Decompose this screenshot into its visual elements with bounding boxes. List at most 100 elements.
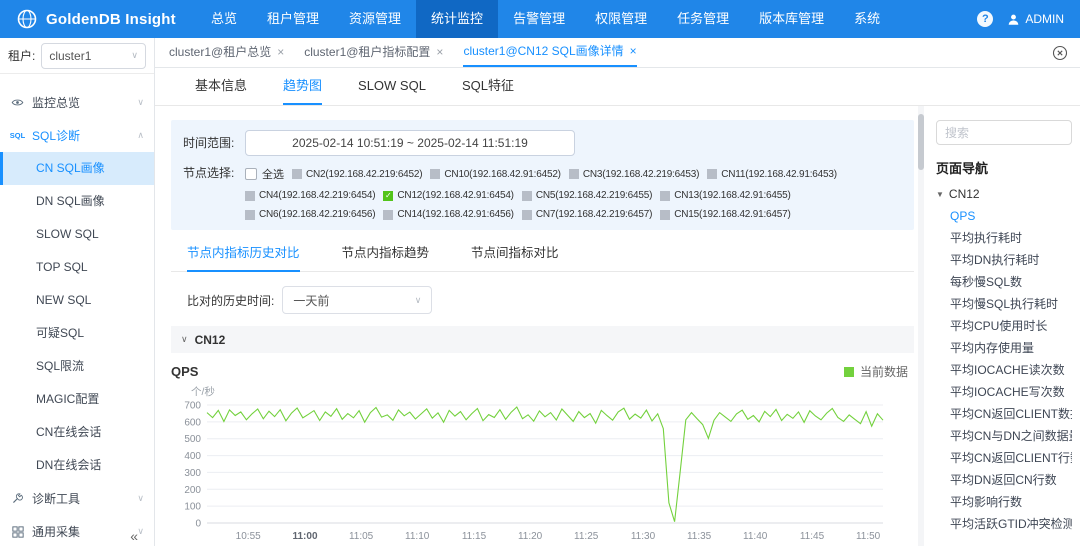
top-nav-item[interactable]: 统计监控 (416, 0, 499, 38)
grid-icon (10, 525, 25, 538)
sidebar-subitem[interactable]: MAGIC配置 (0, 383, 154, 416)
sidebar-subitem[interactable]: DN SQL画像 (0, 185, 154, 218)
page-nav-item[interactable]: 平均执行耗时 (936, 227, 1072, 249)
tab-close-icon[interactable]: × (277, 38, 284, 67)
node-checkbox[interactable]: ✓ CN12(192.168.42.91:6454) (383, 190, 514, 201)
sidebar-collapse-button[interactable]: « (130, 528, 138, 544)
top-nav-item[interactable]: 资源管理 (334, 0, 416, 38)
search-input[interactable] (936, 120, 1072, 145)
close-all-tabs-icon[interactable] (1052, 45, 1068, 61)
detail-subtab[interactable]: SLOW SQL (358, 68, 426, 105)
page-nav-item[interactable]: 每秒慢SQL数 (936, 271, 1072, 293)
sidebar-subitem[interactable]: SQL限流 (0, 350, 154, 383)
node-checkbox[interactable]: CN14(192.168.42.91:6456) (383, 209, 514, 220)
top-nav-item[interactable]: 系统 (839, 0, 895, 38)
page-nav-item[interactable]: 平均慢SQL执行耗时 (936, 293, 1072, 315)
node-checkbox[interactable]: CN3(192.168.42.219:6453) (568, 169, 699, 180)
chart-legend[interactable]: 当前数据 (843, 363, 908, 380)
page-nav-item[interactable]: 平均CPU使用时长 (936, 315, 1072, 337)
svg-text:200: 200 (184, 485, 201, 496)
main-area: cluster1@租户总览 × cluster1@租户指标配置 × cluste… (155, 38, 1080, 546)
node-checkbox[interactable]: CN13(192.168.42.91:6455) (660, 190, 791, 201)
history-time-label: 比对的历史时间: (187, 293, 275, 308)
page-nav-item[interactable]: 平均IOCACHE写次数 (936, 381, 1072, 403)
app-header: GoldenDB Insight 总览 租户管理 资源管理 统计监控 告警管理 … (0, 0, 1080, 38)
page-nav-item[interactable]: 平均影响行数 (936, 491, 1072, 513)
sidebar-subitem[interactable]: CN在线会话 (0, 416, 154, 449)
svg-text:100: 100 (184, 502, 201, 513)
page-nav-item[interactable]: 平均CN返回CLIENT数据... (936, 403, 1072, 425)
node-checkbox[interactable]: CN10(192.168.42.91:6452) (430, 169, 561, 180)
document-tab[interactable]: cluster1@租户指标配置 × (304, 38, 443, 67)
compare-tab[interactable]: 节点间指标对比 (471, 242, 559, 271)
sidebar-subitem[interactable]: DN在线会话 (0, 449, 154, 482)
user-menu[interactable]: ADMIN (1007, 12, 1064, 26)
svg-text:500: 500 (184, 434, 201, 445)
main-scrollbar-thumb[interactable] (918, 114, 924, 170)
page-nav-group-toggle[interactable]: ▼ CN12 (936, 187, 1072, 201)
tab-label: cluster1@CN12 SQL画像详情 (463, 44, 624, 58)
node-checkbox[interactable]: CN4(192.168.42.219:6454) (245, 190, 376, 201)
detail-subtab[interactable]: 趋势图 (283, 68, 323, 105)
top-nav-item[interactable]: 任务管理 (662, 0, 744, 38)
detail-subtab[interactable]: 基本信息 (195, 68, 247, 105)
detail-subtab[interactable]: SQL特征 (462, 68, 514, 105)
page-nav-item[interactable]: 平均IOCACHE读次数 (936, 359, 1072, 381)
compare-tab-label: 节点间指标对比 (471, 246, 559, 260)
node-checkbox[interactable]: CN15(192.168.42.91:6457) (660, 209, 791, 220)
sidebar-group-diagnostic-tools[interactable]: 诊断工具 ∨ (0, 482, 154, 515)
sidebar-group-sql-diagnosis[interactable]: SQL SQL诊断 ∧ (0, 119, 154, 152)
page-nav-item[interactable]: 平均DN执行耗时 (936, 249, 1072, 271)
tab-close-icon[interactable]: × (630, 37, 637, 66)
node-label: CN13(192.168.42.91:6455) (674, 190, 791, 201)
node-checkbox[interactable]: CN11(192.168.42.91:6453) (707, 169, 837, 180)
document-tab[interactable]: cluster1@CN12 SQL画像详情 × (463, 37, 637, 67)
time-range-input[interactable]: 2025-02-14 10:51:19 ~ 2025-02-14 11:51:1… (245, 130, 575, 156)
top-nav-item[interactable]: 版本库管理 (744, 0, 839, 38)
compare-tab[interactable]: 节点内指标历史对比 (187, 242, 300, 272)
checkbox-box (521, 190, 532, 201)
select-all-checkbox[interactable]: 全选 (245, 166, 284, 182)
page-nav-items: QPS 平均执行耗时 平均DN执行耗时 每秒慢SQL数 平均慢SQL执行耗时 平… (936, 205, 1072, 535)
body-row: 租户: cluster1 ∨ 监控总览 ∨ SQL SQL诊断 ∧ CN SQL… (0, 38, 1080, 546)
page-nav-item[interactable]: 平均DN返回CN行数 (936, 469, 1072, 491)
node-checkbox[interactable]: CN2(192.168.42.219:6452) (292, 169, 423, 180)
sidebar-group-monitor-overview[interactable]: 监控总览 ∨ (0, 86, 154, 119)
page-nav-item[interactable]: 平均活跃GTID冲突检测... (936, 513, 1072, 535)
sidebar-group-label: 诊断工具 (32, 492, 81, 506)
top-nav-item[interactable]: 权限管理 (580, 0, 662, 38)
node-checkbox[interactable]: CN7(192.168.42.219:6457) (521, 209, 652, 220)
sidebar-subitem[interactable]: 可疑SQL (0, 317, 154, 350)
page-nav-item[interactable]: QPS (936, 205, 1072, 227)
node-checkbox[interactable]: CN6(192.168.42.219:6456) (245, 209, 376, 220)
history-time-select[interactable]: 一天前 ∨ (282, 286, 433, 314)
top-nav: 总览 租户管理 资源管理 统计监控 告警管理 权限管理 任务管理 版本库管理 系… (196, 0, 895, 38)
main-scrollbar-track[interactable] (918, 106, 924, 546)
sidebar-subitem[interactable]: NEW SQL (0, 284, 154, 317)
tab-close-icon[interactable]: × (436, 38, 443, 67)
node-checkbox[interactable]: CN5(192.168.42.219:6455) (521, 190, 652, 201)
compare-tab[interactable]: 节点内指标趋势 (342, 242, 430, 271)
page-nav-item[interactable]: 平均CN返回CLIENT行数 (936, 447, 1072, 469)
page-nav-item-label: 平均DN执行耗时 (950, 253, 1040, 267)
sidebar-subitem-label: 可疑SQL (36, 326, 85, 340)
top-nav-item-label: 系统 (854, 11, 881, 26)
svg-text:11:25: 11:25 (574, 531, 599, 542)
page-nav-item[interactable]: 平均内存使用量 (936, 337, 1072, 359)
help-icon[interactable]: ? (977, 11, 994, 27)
page-nav-item[interactable]: 平均CN与DN之间数据量 (936, 425, 1072, 447)
top-nav-item[interactable]: 租户管理 (252, 0, 334, 38)
sidebar-subitem[interactable]: CN SQL画像 (0, 152, 154, 185)
sidebar-subitem[interactable]: SLOW SQL (0, 218, 154, 251)
node-section-header[interactable]: ∨ CN12 (171, 326, 914, 353)
compare-tab-label: 节点内指标趋势 (341, 246, 430, 260)
checkbox-box (660, 190, 671, 201)
tenant-select[interactable]: cluster1 ∨ (41, 42, 146, 69)
top-nav-item[interactable]: 总览 (196, 0, 252, 38)
document-tab[interactable]: cluster1@租户总览 × (169, 38, 284, 67)
y-axis-unit: 个/秒 (191, 386, 215, 398)
sidebar-subitem[interactable]: TOP SQL (0, 251, 154, 284)
time-range-label: 时间范围: (183, 136, 235, 150)
checkbox-box (568, 169, 579, 179)
top-nav-item[interactable]: 告警管理 (498, 0, 580, 38)
